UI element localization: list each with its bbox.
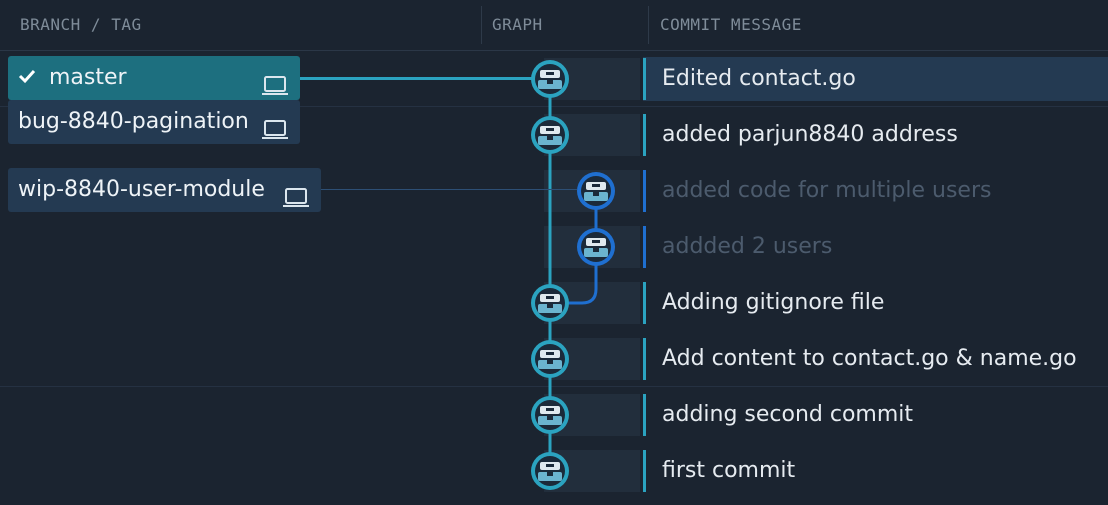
- branch-name: master: [49, 65, 127, 90]
- branch-name: wip-8840-user-module: [18, 177, 265, 202]
- avatar-icon: [546, 72, 554, 75]
- commit-node-inner: [535, 400, 565, 430]
- commit-node-inner: [581, 232, 611, 262]
- avatar-icon: [593, 248, 599, 252]
- wip-connector-line: [321, 189, 577, 190]
- commit-row[interactable]: addded 2 users: [662, 225, 832, 281]
- commit-row[interactable]: adding second commit: [662, 393, 913, 449]
- row-lane-marker: [643, 114, 646, 156]
- git-client-window: BRANCH / TAG GRAPH COMMIT MESSAGE master…: [0, 0, 1108, 498]
- avatar-icon: [546, 408, 554, 411]
- commit-row[interactable]: first commit: [662, 449, 795, 505]
- row-lane-marker: [643, 338, 646, 380]
- avatar-icon: [547, 472, 553, 476]
- commit-graph: [531, 58, 640, 492]
- commit-message: Add content to contact.go & name.go: [662, 346, 1077, 371]
- commit-message: adding second commit: [662, 402, 914, 427]
- row-lane-marker: [643, 58, 646, 100]
- commit-row[interactable]: Add content to contact.go & name.go: [662, 337, 1077, 393]
- row-lane-marker: [643, 450, 646, 492]
- laptop-icon: [282, 180, 310, 224]
- graph-column-header[interactable]: GRAPH: [492, 0, 543, 50]
- commit-row[interactable]: added code for multiple users: [662, 169, 991, 225]
- branch-name: bug-8840-pagination: [18, 109, 249, 134]
- commit-message: added code for multiple users: [662, 178, 992, 203]
- avatar-icon: [546, 352, 554, 355]
- column-divider[interactable]: [481, 6, 482, 44]
- commit-message: Edited contact.go: [662, 66, 856, 91]
- avatar-icon: [546, 128, 554, 131]
- row-lane-marker: [643, 394, 646, 436]
- commit-node-inner: [535, 344, 565, 374]
- avatar-icon: [547, 360, 553, 364]
- commit-node-inner: [535, 120, 565, 150]
- avatar-icon: [592, 240, 600, 243]
- commit-message: addded 2 users: [662, 234, 833, 259]
- commit-node-inner: [581, 176, 611, 206]
- commit-message: first commit: [662, 458, 796, 483]
- branch-wip-8840-user-module[interactable]: wip-8840-user-module: [8, 168, 321, 212]
- row-lane-marker: [643, 282, 646, 324]
- column-header: BRANCH / TAG GRAPH COMMIT MESSAGE: [0, 0, 1108, 51]
- commit-row[interactable]: added parjun8840 address: [662, 113, 958, 169]
- avatar-icon: [547, 136, 553, 140]
- row-lane-marker: [643, 170, 646, 212]
- avatar-icon: [592, 184, 600, 187]
- avatar-icon: [547, 304, 553, 308]
- commit-node-inner: [535, 456, 565, 486]
- branch-tag-column-header[interactable]: BRANCH / TAG: [20, 0, 142, 50]
- avatar-icon: [546, 464, 554, 467]
- column-divider[interactable]: [648, 6, 649, 44]
- avatar-icon: [547, 416, 553, 420]
- row-lane-marker: [643, 226, 646, 268]
- commit-node-inner: [535, 64, 565, 94]
- laptop-icon: [261, 112, 289, 156]
- avatar-icon: [547, 80, 553, 84]
- commit-message: Adding gitignore file: [662, 290, 885, 315]
- commit-node-inner: [535, 288, 565, 318]
- avatar-icon: [593, 192, 599, 196]
- commit-row[interactable]: Adding gitignore file: [662, 281, 884, 337]
- checkmark-icon: [18, 56, 42, 100]
- commit-message-column-header[interactable]: COMMIT MESSAGE: [660, 0, 802, 50]
- master-connector-line: [300, 77, 532, 80]
- commit-message: added parjun8840 address: [662, 122, 958, 147]
- avatar-icon: [546, 296, 554, 299]
- commit-row[interactable]: Edited contact.go: [662, 57, 856, 113]
- branch-bug-8840-pagination[interactable]: bug-8840-pagination: [8, 100, 300, 144]
- branch-master[interactable]: master: [8, 56, 300, 100]
